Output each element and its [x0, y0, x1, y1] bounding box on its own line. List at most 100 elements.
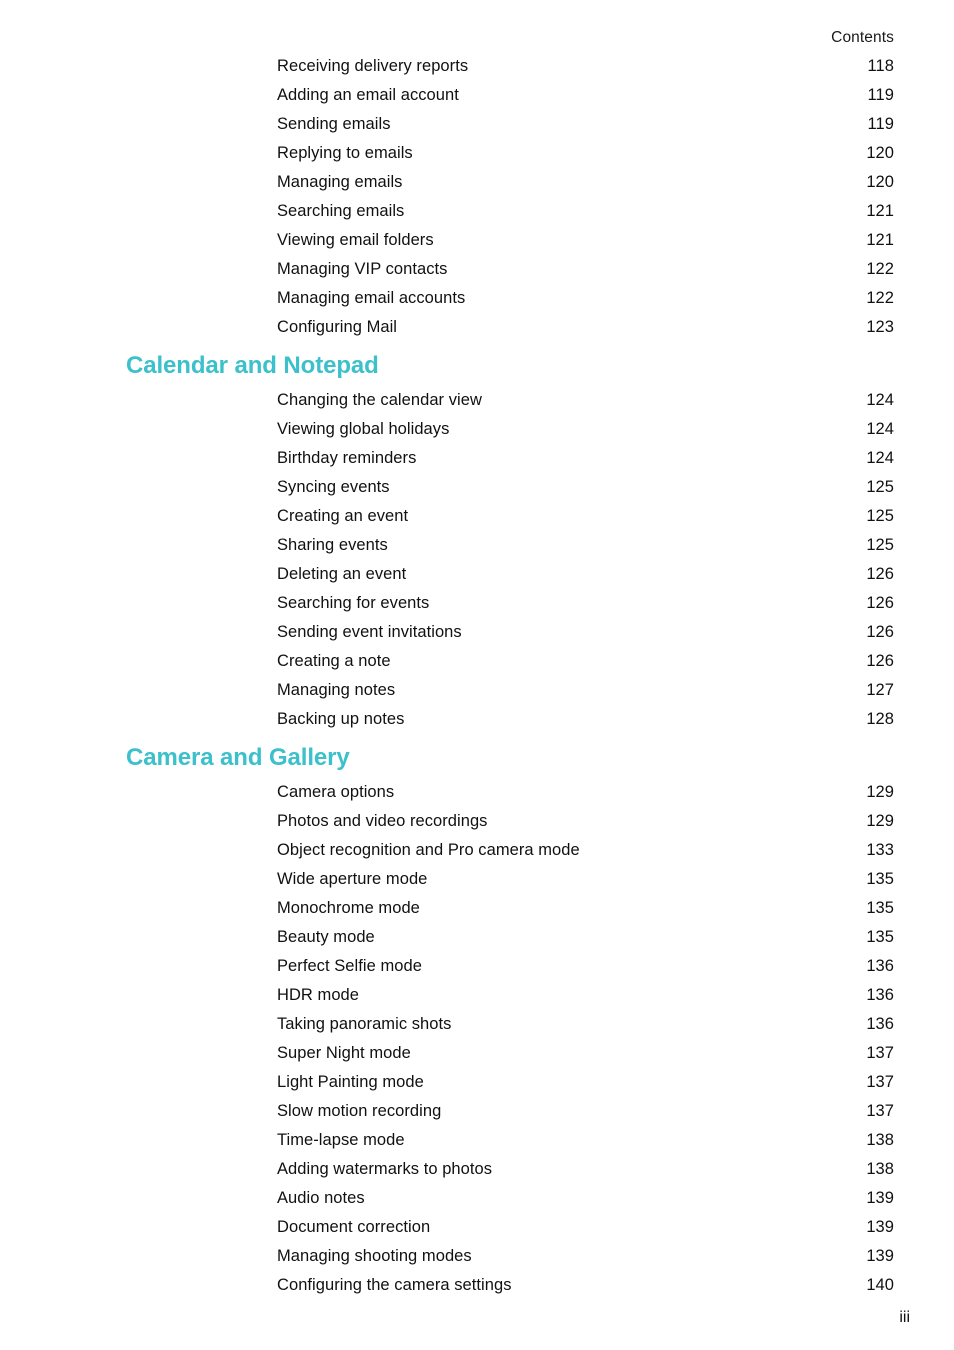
toc-entry[interactable]: Perfect Selfie mode 136	[0, 952, 954, 981]
toc-entry[interactable]: Managing notes 127	[0, 676, 954, 705]
toc-entry-page-number: 137	[866, 1044, 894, 1062]
toc-entry-title: Sending event invitations	[277, 623, 462, 641]
toc-entry-title: Photos and video recordings	[277, 812, 488, 830]
toc-entry[interactable]: Managing VIP contacts 122	[0, 255, 954, 284]
toc-entry-title: Creating a note	[277, 652, 391, 670]
toc-entry-page-number: 138	[866, 1131, 894, 1149]
toc-entry-title: Searching emails	[277, 202, 405, 220]
toc-entry-title: Camera options	[277, 783, 395, 801]
toc-entry[interactable]: Sending event invitations 126	[0, 618, 954, 647]
toc-entry-page-number: 126	[866, 623, 894, 641]
toc-entry-title: Searching for events	[277, 594, 430, 612]
toc-entry-page-number: 124	[866, 420, 894, 438]
toc-entry[interactable]: Audio notes 139	[0, 1184, 954, 1213]
toc-entry-page-number: 135	[866, 870, 894, 888]
toc-entry[interactable]: Backing up notes 128	[0, 705, 954, 734]
toc-content: Receiving delivery reports 118 Adding an e…	[0, 52, 954, 1300]
toc-entry-title: Adding an email account	[277, 86, 459, 104]
toc-entry[interactable]: Creating a note 126	[0, 647, 954, 676]
toc-entry-title: Managing notes	[277, 681, 396, 699]
toc-entry-title: Light Painting mode	[277, 1073, 424, 1091]
toc-entry-title: Document correction	[277, 1218, 431, 1236]
toc-entry[interactable]: Birthday reminders 124	[0, 444, 954, 473]
toc-entry[interactable]: Sending emails 119	[0, 110, 954, 139]
toc-entry-page-number: 125	[866, 536, 894, 554]
toc-entry-title: Creating an event	[277, 507, 409, 525]
toc-entry-page-number: 118	[867, 57, 894, 75]
toc-entry-title: Changing the calendar view	[277, 391, 482, 409]
toc-entry-title: Perfect Selfie mode	[277, 957, 422, 975]
toc-entry[interactable]: Sharing events 125	[0, 531, 954, 560]
toc-entry-page-number: 119	[867, 115, 894, 133]
page-folio: iii	[899, 1309, 910, 1326]
toc-entry[interactable]: Adding an email account 119	[0, 81, 954, 110]
toc-entry-page-number: 139	[866, 1189, 894, 1207]
toc-entry-page-number: 140	[866, 1276, 894, 1294]
toc-entry[interactable]: HDR mode 136	[0, 981, 954, 1010]
toc-entry[interactable]: Camera options 129	[0, 778, 954, 807]
toc-entry-page-number: 120	[866, 144, 894, 162]
toc-entry-page-number: 119	[867, 86, 894, 104]
toc-entry[interactable]: Configuring Mail 123	[0, 313, 954, 342]
toc-entry-page-number: 139	[866, 1218, 894, 1236]
toc-entry-title: Configuring Mail	[277, 318, 398, 336]
toc-entry-title: Super Night mode	[277, 1044, 411, 1062]
toc-entry-title: HDR mode	[277, 986, 360, 1004]
toc-entry[interactable]: Deleting an event 126	[0, 560, 954, 589]
toc-entry[interactable]: Replying to emails 120	[0, 139, 954, 168]
toc-entry-title: Beauty mode	[277, 928, 375, 946]
toc-entry-title: Adding watermarks to photos	[277, 1160, 493, 1178]
toc-entry[interactable]: Searching for events 126	[0, 589, 954, 618]
toc-entry[interactable]: Object recognition and Pro camera mode 13…	[0, 836, 954, 865]
toc-entry-page-number: 128	[866, 710, 894, 728]
toc-entry-title: Deleting an event	[277, 565, 407, 583]
toc-entry[interactable]: Wide aperture mode 135	[0, 865, 954, 894]
toc-entry-page-number: 133	[866, 841, 894, 859]
toc-entry[interactable]: Configuring the camera settings 140	[0, 1271, 954, 1300]
section-heading: Calendar and Notepad	[126, 352, 379, 379]
toc-entry-title: Viewing email folders	[277, 231, 434, 249]
toc-entry-title: Managing email accounts	[277, 289, 466, 307]
toc-entry-page-number: 124	[866, 391, 894, 409]
toc-entry-page-number: 122	[866, 289, 894, 307]
toc-entry[interactable]: Managing email accounts 122	[0, 284, 954, 313]
toc-entry-title: Time-lapse mode	[277, 1131, 405, 1149]
toc-entry-title: Monochrome mode	[277, 899, 420, 917]
toc-entry-title: Slow motion recording	[277, 1102, 442, 1120]
toc-entry-title: Managing emails	[277, 173, 403, 191]
toc-entry[interactable]: Searching emails 121	[0, 197, 954, 226]
toc-entry-page-number: 135	[866, 928, 894, 946]
toc-entry[interactable]: Syncing events 125	[0, 473, 954, 502]
toc-entry[interactable]: Slow motion recording 137	[0, 1097, 954, 1126]
toc-entry[interactable]: Receiving delivery reports 118	[0, 52, 954, 81]
toc-entry[interactable]: Time-lapse mode 138	[0, 1126, 954, 1155]
toc-entry-page-number: 129	[866, 812, 894, 830]
toc-entry-title: Viewing global holidays	[277, 420, 450, 438]
toc-entry[interactable]: Document correction 139	[0, 1213, 954, 1242]
toc-entry[interactable]: Changing the calendar view 124	[0, 386, 954, 415]
toc-entry[interactable]: Viewing email folders 121	[0, 226, 954, 255]
toc-entry-page-number: 121	[866, 231, 894, 249]
toc-entry[interactable]: Beauty mode 135	[0, 923, 954, 952]
toc-entry[interactable]: Viewing global holidays 124	[0, 415, 954, 444]
toc-entry-title: Replying to emails	[277, 144, 413, 162]
toc-entry-title: Object recognition and Pro camera mode	[277, 841, 580, 859]
toc-entry[interactable]: Taking panoramic shots 136	[0, 1010, 954, 1039]
toc-entry[interactable]: Creating an event 125	[0, 502, 954, 531]
toc-entry[interactable]: Light Painting mode 137	[0, 1068, 954, 1097]
toc-entry-page-number: 137	[866, 1102, 894, 1120]
toc-entry-page-number: 137	[866, 1073, 894, 1091]
toc-entry[interactable]: Adding watermarks to photos 138	[0, 1155, 954, 1184]
toc-entry-title: Audio notes	[277, 1189, 365, 1207]
toc-entry-title: Sending emails	[277, 115, 391, 133]
toc-entry[interactable]: Super Night mode 137	[0, 1039, 954, 1068]
toc-entry[interactable]: Managing emails 120	[0, 168, 954, 197]
toc-entry-page-number: 127	[866, 681, 894, 699]
running-header: Contents	[831, 29, 894, 46]
toc-entry[interactable]: Photos and video recordings 129	[0, 807, 954, 836]
toc-entry[interactable]: Monochrome mode 135	[0, 894, 954, 923]
toc-entry[interactable]: Managing shooting modes 139	[0, 1242, 954, 1271]
toc-entry-page-number: 135	[866, 899, 894, 917]
toc-entry-page-number: 136	[866, 957, 894, 975]
toc-entry-page-number: 125	[866, 507, 894, 525]
